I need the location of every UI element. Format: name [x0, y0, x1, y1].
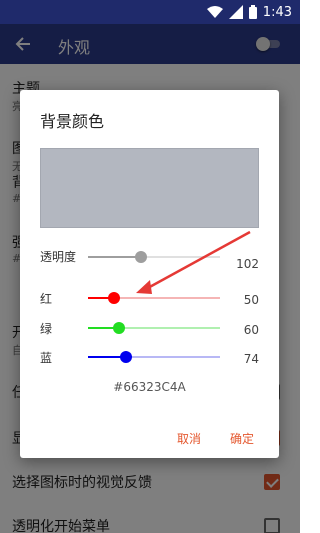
slider-track-empty [114, 297, 220, 299]
ok-button[interactable]: 确定 [230, 430, 254, 447]
alpha-slider[interactable] [88, 250, 220, 264]
red-label: 红 [40, 292, 53, 306]
alpha-value: 102 [236, 257, 259, 271]
signal-icon [228, 5, 243, 19]
slider-track-empty [119, 327, 220, 329]
status-icons: 1:43 [206, 3, 292, 21]
slider-thumb[interactable] [113, 322, 125, 334]
green-value: 60 [243, 323, 259, 337]
red-value: 50 [243, 293, 259, 307]
slider-track-filled [88, 256, 141, 258]
blue-slider[interactable] [88, 350, 220, 364]
red-slider[interactable] [88, 291, 220, 305]
battery-icon [248, 5, 257, 19]
dialog-title: 背景颜色 [40, 112, 105, 131]
slider-track-empty [141, 256, 220, 258]
blue-value: 74 [243, 352, 259, 366]
slider-track-empty [126, 356, 220, 358]
blue-label: 蓝 [40, 351, 53, 365]
wifi-icon [206, 6, 223, 18]
hex-value: #66323C4A [113, 380, 186, 394]
background-color-dialog: 背景颜色 透明度 102 红 50 绿 60 蓝 74 #66323C4A 取消… [20, 90, 279, 458]
slider-thumb[interactable] [135, 251, 147, 263]
alpha-label: 透明度 [40, 250, 77, 264]
status-bar: 1:43 [0, 0, 300, 24]
green-label: 绿 [40, 322, 53, 336]
green-slider[interactable] [88, 321, 220, 335]
slider-thumb[interactable] [120, 351, 132, 363]
slider-thumb[interactable] [108, 292, 120, 304]
status-time: 1:43 [262, 4, 292, 20]
cancel-button[interactable]: 取消 [177, 430, 201, 447]
color-preview [40, 148, 259, 228]
